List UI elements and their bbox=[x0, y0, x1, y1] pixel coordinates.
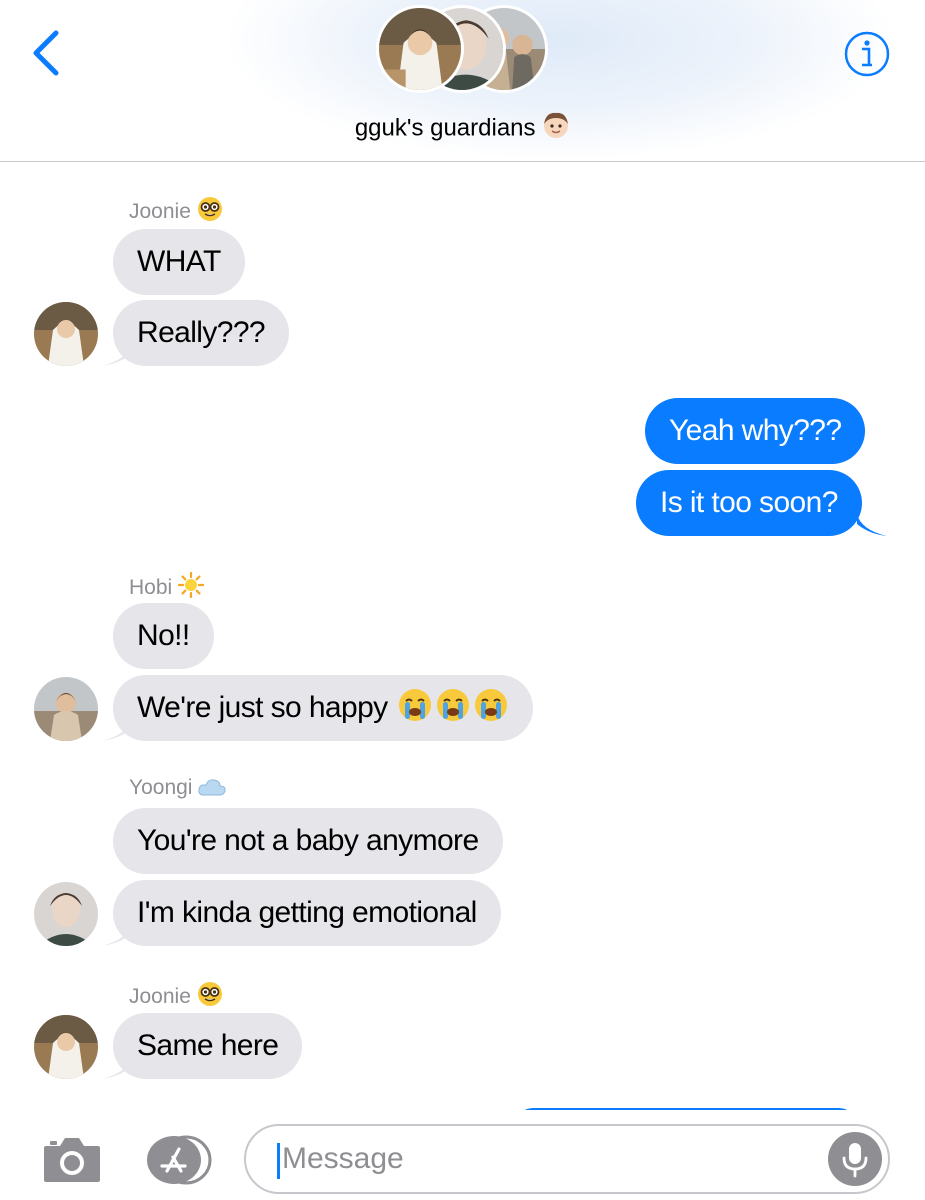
text-cursor bbox=[277, 1143, 280, 1179]
bubble-tail bbox=[101, 924, 131, 948]
message-bubble[interactable]: Same here bbox=[113, 1013, 303, 1079]
microphone-icon bbox=[842, 1143, 868, 1178]
sender-name: Joonie bbox=[129, 196, 223, 228]
message-bubble[interactable]: Really??? bbox=[113, 300, 290, 366]
sender-avatar-joonie[interactable] bbox=[34, 302, 98, 366]
nerd-face-emoji-icon bbox=[197, 981, 223, 1013]
crying-face-emoji-icon bbox=[397, 681, 433, 747]
bubble-tail bbox=[101, 344, 131, 368]
message-bubble[interactable]: No!! bbox=[113, 603, 214, 669]
group-name: gguk's guardians bbox=[354, 114, 536, 142]
crying-face-emoji-icon bbox=[473, 681, 509, 747]
bubble-tail bbox=[101, 719, 131, 743]
sender-avatar-yoongi[interactable] bbox=[34, 882, 98, 946]
conversation-header: gguk's guardians bbox=[0, 0, 925, 162]
sender-name: Joonie bbox=[129, 981, 223, 1013]
message-bubble[interactable]: I'm kinda getting emotional bbox=[113, 880, 501, 946]
group-avatars[interactable] bbox=[376, 5, 548, 97]
sender-name: Yoongi bbox=[129, 776, 227, 804]
sent-message-bubble[interactable]: Yeah why??? bbox=[645, 398, 866, 464]
sent-message-bubble[interactable]: Is it too soon? bbox=[636, 470, 862, 536]
back-button[interactable] bbox=[28, 28, 68, 78]
camera-button[interactable] bbox=[42, 1134, 102, 1184]
message-input[interactable]: Message bbox=[244, 1124, 890, 1194]
microphone-button[interactable] bbox=[828, 1132, 882, 1186]
boy-face-emoji-icon bbox=[542, 111, 570, 146]
app-store-button[interactable] bbox=[142, 1135, 212, 1185]
message-placeholder: Message bbox=[282, 1142, 404, 1175]
sender-avatar-joonie[interactable] bbox=[34, 1015, 98, 1079]
member-avatar bbox=[376, 5, 464, 93]
sun-emoji-icon bbox=[178, 571, 205, 604]
bubble-tail bbox=[101, 1057, 131, 1081]
info-button[interactable] bbox=[843, 30, 891, 78]
chevron-left-icon bbox=[33, 30, 59, 76]
info-icon bbox=[844, 31, 890, 77]
camera-icon bbox=[44, 1138, 100, 1182]
bubble-tail bbox=[857, 514, 887, 538]
message-bubble[interactable]: We're just so happy bbox=[113, 675, 534, 741]
nerd-face-emoji-icon bbox=[197, 196, 223, 228]
sender-name: Hobi bbox=[129, 571, 205, 604]
message-bubble[interactable]: You're not a baby anymore bbox=[113, 808, 503, 874]
app-store-icon bbox=[147, 1135, 212, 1185]
crying-face-emoji-icon bbox=[435, 681, 471, 747]
group-title[interactable]: gguk's guardians bbox=[0, 111, 925, 146]
cloud-emoji-icon bbox=[198, 776, 227, 804]
sender-avatar-hobi[interactable] bbox=[34, 677, 98, 741]
message-bubble[interactable]: WHAT bbox=[113, 229, 245, 295]
